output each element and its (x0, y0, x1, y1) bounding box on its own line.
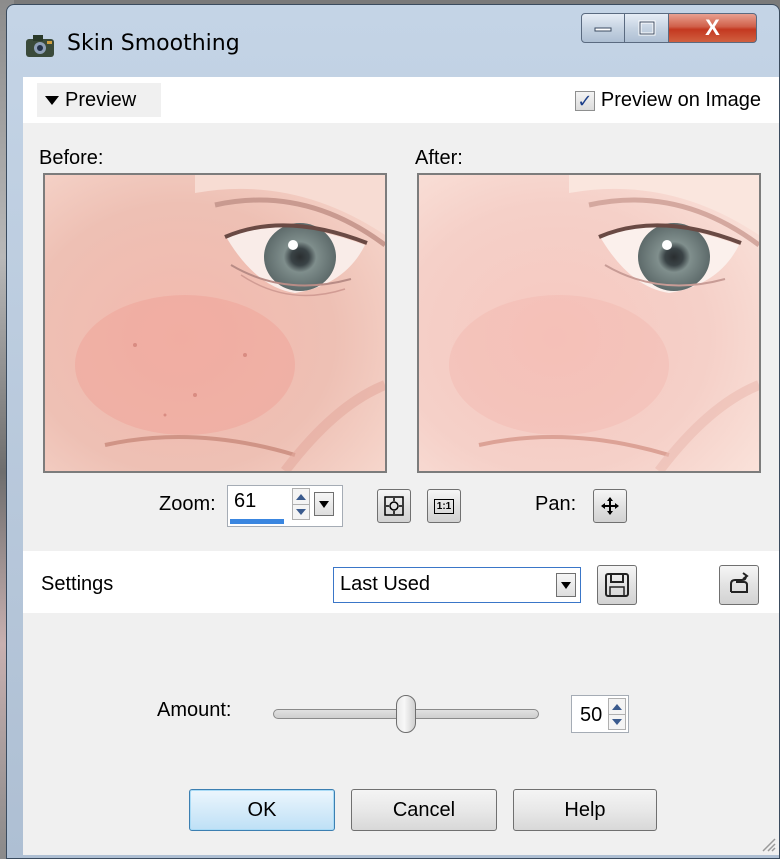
zoom-spinner[interactable] (292, 488, 310, 520)
ok-button-label: OK (247, 798, 277, 821)
zoom-value: 61 (234, 490, 257, 512)
help-button-label: Help (564, 798, 606, 821)
amount-down-button[interactable] (609, 714, 625, 729)
after-label: After: (415, 147, 463, 169)
before-label: Before: (39, 147, 104, 169)
settings-row: Settings Last Used (23, 551, 779, 613)
amount-slider-thumb[interactable] (396, 695, 416, 733)
face-closeup-smoothed-image (419, 175, 759, 471)
minimize-icon (594, 27, 612, 32)
amount-spinner[interactable] (608, 698, 626, 730)
actual-size-icon: 1:1 (433, 498, 455, 514)
close-icon: X (705, 15, 720, 40)
move-cross-icon (601, 497, 619, 515)
window-title: Skin Smoothing (67, 31, 240, 56)
chevron-down-icon (319, 500, 329, 508)
dialog-client-area: Preview ✓ Preview on Image Before: After… (23, 77, 779, 855)
before-preview-image[interactable] (43, 173, 387, 473)
skin-smoothing-dialog: Skin Smoothing X Preview ✓ Preview on Im… (6, 4, 780, 859)
preview-toggle-label: Preview (65, 88, 137, 111)
settings-dropdown-button[interactable] (556, 573, 576, 597)
settings-label: Settings (41, 573, 114, 595)
cancel-button-label: Cancel (392, 798, 456, 821)
settings-selected-value: Last Used (340, 573, 431, 595)
triangle-down-icon (45, 95, 59, 105)
app-camera-icon (26, 35, 54, 57)
preview-on-image-option[interactable]: ✓ Preview on Image (574, 89, 761, 112)
arrow-up-icon (612, 703, 622, 710)
zoom-dropdown-button[interactable] (314, 492, 334, 516)
zoom-down-button[interactable] (293, 504, 309, 519)
cancel-button[interactable]: Cancel (351, 789, 497, 831)
preview-on-image-label: Preview on Image (600, 89, 761, 111)
ok-button[interactable]: OK (189, 789, 335, 831)
preview-toggle-button[interactable]: Preview (37, 83, 161, 117)
chevron-down-icon (561, 581, 571, 589)
amount-value: 50 (580, 704, 603, 726)
zoom-toolbar: Zoom: 61 1:1 Pan: (23, 481, 779, 531)
arrow-down-icon (296, 509, 306, 515)
zoom-up-button[interactable] (293, 489, 309, 504)
actual-size-button[interactable]: 1:1 (427, 489, 461, 523)
zoom-to-fit-button[interactable] (377, 489, 411, 523)
reset-preset-button[interactable] (719, 565, 759, 605)
save-preset-button[interactable] (597, 565, 637, 605)
title-bar[interactable]: Skin Smoothing X (7, 5, 779, 77)
arrow-down-icon (612, 719, 622, 725)
amount-up-button[interactable] (609, 699, 625, 714)
maximize-icon (638, 20, 655, 36)
zoom-to-fit-icon (384, 496, 404, 516)
reset-hand-icon (730, 572, 749, 593)
pan-label: Pan: (535, 493, 577, 515)
zoom-level-bar (230, 519, 284, 524)
floppy-disk-icon (605, 573, 629, 597)
zoom-label: Zoom: (159, 493, 216, 515)
after-preview-image[interactable] (417, 173, 761, 473)
resize-grip-icon[interactable] (757, 833, 777, 853)
maximize-button[interactable] (625, 13, 669, 43)
pan-button[interactable] (593, 489, 627, 523)
amount-label: Amount: (157, 699, 232, 721)
preview-header: Preview ✓ Preview on Image (23, 77, 779, 123)
settings-preset-select[interactable]: Last Used (333, 567, 581, 603)
amount-input[interactable]: 50 (571, 695, 629, 733)
minimize-button[interactable] (581, 13, 625, 43)
arrow-up-icon (296, 493, 306, 500)
close-button[interactable]: X (669, 13, 757, 43)
face-closeup-image (45, 175, 385, 471)
zoom-input[interactable]: 61 (227, 485, 343, 527)
help-button[interactable]: Help (513, 789, 657, 831)
preview-on-image-checkbox[interactable]: ✓ (574, 90, 595, 111)
